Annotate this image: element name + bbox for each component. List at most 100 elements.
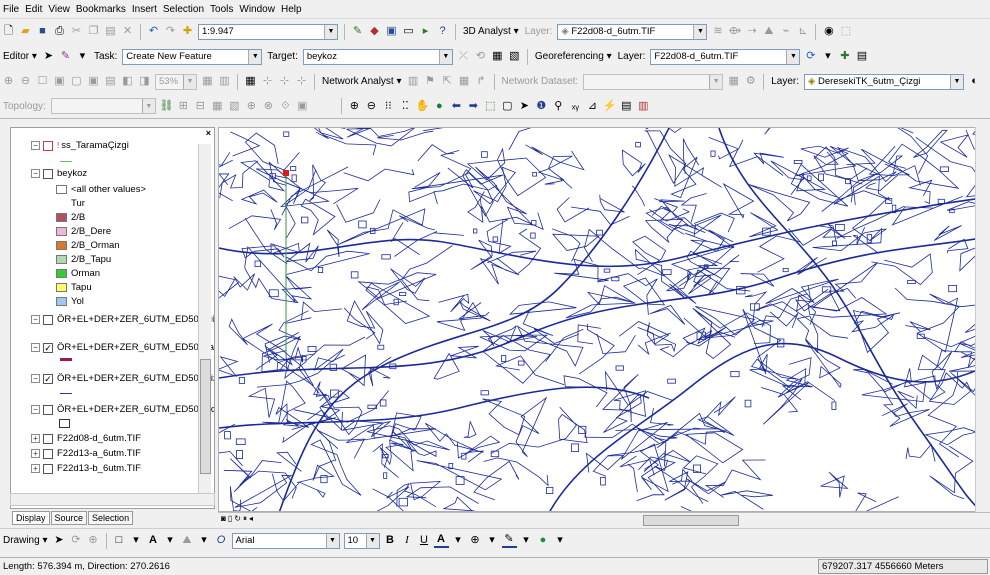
target-combo[interactable]: beykoz ▼ xyxy=(302,48,453,65)
save-icon[interactable]: ■ xyxy=(35,24,50,39)
layer-checkbox[interactable] xyxy=(43,404,53,415)
layer-checkbox[interactable]: ✓ xyxy=(43,342,53,353)
contour-icon[interactable]: ≋ xyxy=(710,24,725,39)
steepest-path-icon[interactable]: ⟴ xyxy=(727,24,742,39)
drawing-menu[interactable]: Drawing ▾ xyxy=(3,535,48,546)
pause-drawing-icon[interactable]: ⏸ xyxy=(243,514,247,524)
symbol-layer-combo[interactable]: ◈ DeresekiTK_6utm_Çizgi ▼ xyxy=(804,73,965,90)
rotate-icon[interactable]: ⟳ xyxy=(803,49,818,64)
show-shared-features-icon[interactable]: ⊟ xyxy=(193,99,208,114)
copy-icon[interactable]: ❐ xyxy=(86,24,101,39)
editor-toolbar-icon[interactable]: ✎ xyxy=(350,24,365,39)
toc-layer-row[interactable]: − ✓ ÖR+EL+DER+ZER_6UTM_ED50_Taran xyxy=(31,342,214,353)
options-icon[interactable]: ⚙ xyxy=(743,74,758,89)
open-folder-icon[interactable]: ▰ xyxy=(18,24,33,39)
toc-layer-row[interactable]: + F22d13-a_6utm.TIF xyxy=(31,448,141,459)
add-control-points-icon[interactable]: ✚ xyxy=(837,49,852,64)
attributes-icon[interactable]: ▦ xyxy=(490,49,505,64)
cut-icon[interactable]: ✂ xyxy=(69,24,84,39)
collapse-icon[interactable]: − xyxy=(31,315,40,324)
tab-selection[interactable]: Selection xyxy=(88,511,134,525)
whats-this-icon[interactable]: ? xyxy=(435,24,450,39)
menu-view[interactable]: View xyxy=(45,4,73,15)
solve-icon[interactable]: ▦ xyxy=(457,74,472,89)
layout-zoom-out-icon[interactable]: ⊖ xyxy=(18,74,33,89)
toc-layer-row[interactable]: − ÖR+EL+DER+ZER_6UTM_ED50_Çokg xyxy=(31,404,214,415)
layout-pan-icon[interactable]: ☐ xyxy=(35,74,50,89)
measure-icon[interactable]: ⊿ xyxy=(585,99,600,114)
fixed-zoom-in-icon[interactable]: ▣ xyxy=(86,74,101,89)
menu-window[interactable]: Window xyxy=(236,4,278,15)
menu-edit[interactable]: Edit xyxy=(22,4,45,15)
delete-icon[interactable]: ✕ xyxy=(120,24,135,39)
toc-layer-row[interactable]: − ✓ ÖR+EL+DER+ZER_6UTM_ED50_Çizgi xyxy=(31,373,214,384)
link-table-icon[interactable]: ▤ xyxy=(854,49,869,64)
toc-layer-row[interactable]: −! ss_TaramaÇizgi xyxy=(31,140,129,151)
layer-checkbox[interactable]: ✓ xyxy=(43,373,53,384)
close-icon[interactable]: × xyxy=(206,128,211,138)
command-line-icon[interactable]: ▭ xyxy=(401,24,416,39)
layer-checkbox[interactable] xyxy=(43,463,53,474)
validate-topology-icon[interactable]: ▧ xyxy=(227,99,242,114)
toc-layer-row[interactable]: + F22d08-d_6utm.TIF xyxy=(31,433,141,444)
print-icon[interactable]: ⎙ xyxy=(52,24,67,39)
map-topology-icon[interactable]: ⛓ xyxy=(159,99,174,114)
collapse-icon[interactable]: − xyxy=(31,141,40,150)
underline-icon[interactable]: U xyxy=(417,533,432,548)
zoom-out-icon[interactable]: ⊖ xyxy=(364,99,379,114)
select-elements-icon[interactable]: ➤ xyxy=(517,99,532,114)
bold-icon[interactable]: B xyxy=(383,533,398,548)
line-color-icon[interactable]: ✎ xyxy=(501,533,517,548)
undo-icon[interactable]: ↶ xyxy=(146,24,161,39)
chevron-down-icon[interactable]: ▾ xyxy=(451,533,466,548)
fixed-zoom-out-icon[interactable]: ⁚⁚ xyxy=(398,99,413,114)
toc-vertical-scrollbar[interactable] xyxy=(198,144,211,494)
table-icon[interactable]: ▦ xyxy=(726,74,741,89)
scroll-left-icon[interactable]: ◂ xyxy=(249,514,253,524)
identify-icon[interactable]: ❶ xyxy=(534,99,549,114)
font-size-combo[interactable]: 10 ▼ xyxy=(343,532,380,549)
interpolate-point-icon[interactable]: ⊾ xyxy=(795,24,810,39)
3d-layer-combo[interactable]: ◈ F22d08-d_6utm.TIF ▼ xyxy=(557,23,708,40)
pan-hand-icon[interactable]: ✋ xyxy=(415,99,430,114)
toggle-draft-icon[interactable]: ▦ xyxy=(200,74,215,89)
layer-checkbox[interactable] xyxy=(43,314,53,325)
editor-menu[interactable]: Editor ▾ xyxy=(3,51,37,62)
topology-combo[interactable]: ▼ xyxy=(50,98,156,114)
expand-icon[interactable]: + xyxy=(31,449,40,458)
font-color-icon[interactable]: A xyxy=(433,533,449,548)
menu-selection[interactable]: Selection xyxy=(160,4,207,15)
collapse-icon[interactable]: − xyxy=(31,405,40,414)
georef-layer-combo[interactable]: F22d08-d_6utm.TIF ▼ xyxy=(650,48,801,65)
scrollbar-thumb[interactable] xyxy=(643,515,739,526)
data-view-icon[interactable]: ◙ xyxy=(221,514,226,524)
toc-horizontal-scrollbar[interactable] xyxy=(10,493,215,506)
menu-insert[interactable]: Insert xyxy=(129,4,160,15)
task-combo[interactable]: Create New Feature ▼ xyxy=(122,48,263,65)
zoom-whole-page-icon[interactable]: ▣ xyxy=(52,74,67,89)
chevron-down-icon[interactable]: ▾ xyxy=(129,533,144,548)
3d-analyst-menu[interactable]: 3D Analyst ▾ xyxy=(463,26,519,37)
clear-selection-icon[interactable]: ▢ xyxy=(500,99,515,114)
fixed-zoom-out-icon[interactable]: ▤ xyxy=(103,74,118,89)
layout-view-icon[interactable]: ▯ xyxy=(228,514,232,524)
add-data-icon[interactable]: ✚ xyxy=(180,24,195,39)
refresh-icon[interactable]: ↻ xyxy=(234,514,241,524)
error-inspector-icon[interactable]: ⊗ xyxy=(261,99,276,114)
collapse-icon[interactable]: − xyxy=(31,169,40,178)
topology-errors-icon[interactable]: ▣ xyxy=(295,99,310,114)
create-location-icon[interactable]: ⚑ xyxy=(423,74,438,89)
full-extent-globe-icon[interactable]: ● xyxy=(432,99,447,114)
tab-source[interactable]: Source xyxy=(50,511,88,525)
sketch-tool-icon[interactable]: ✎ xyxy=(58,49,73,64)
back-arrow-icon[interactable]: ⬅ xyxy=(449,99,464,114)
zoom-in-icon[interactable]: ⊕ xyxy=(347,99,362,114)
rotate-element-icon[interactable]: ⟳ xyxy=(69,533,84,548)
go-forward-extent-icon[interactable]: ◨ xyxy=(137,74,152,89)
interpolate-line-icon[interactable]: ⌁ xyxy=(778,24,793,39)
expand-icon[interactable]: + xyxy=(31,464,40,473)
zoom-100-icon[interactable]: ▢ xyxy=(69,74,84,89)
map-horizontal-scrollbar[interactable] xyxy=(218,512,990,527)
contrast-icon[interactable]: ◐ xyxy=(967,74,982,89)
redo-icon[interactable]: ↷ xyxy=(163,24,178,39)
